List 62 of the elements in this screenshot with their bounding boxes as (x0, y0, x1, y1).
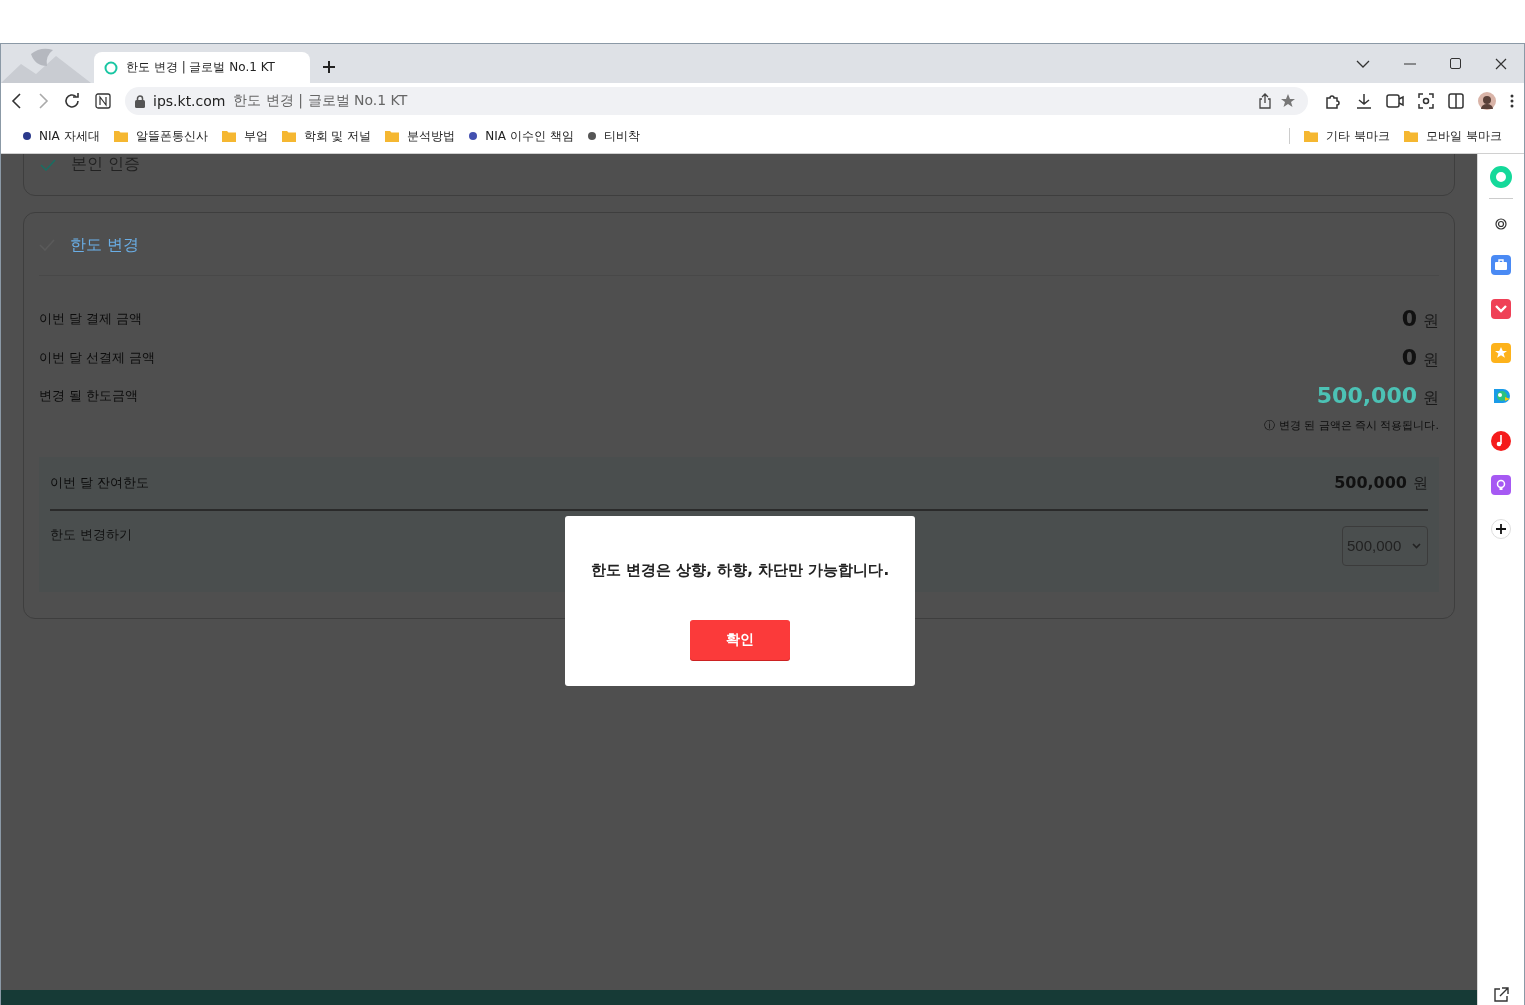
screenshot-icon[interactable] (1418, 93, 1434, 109)
confirm-button[interactable]: 확인 (690, 620, 790, 660)
folder-icon (385, 130, 400, 142)
minimize-icon[interactable] (1404, 62, 1416, 65)
add-icon[interactable] (1491, 519, 1511, 539)
site-icon (104, 60, 118, 75)
folder-icon (113, 130, 128, 142)
menu-icon[interactable] (1510, 94, 1514, 108)
dialog-message: 한도 변경은 상향, 하향, 차단만 가능합니다. (590, 561, 890, 580)
tab-search-icon[interactable] (1356, 58, 1370, 69)
pocket-app-icon[interactable] (1491, 299, 1511, 319)
folder-icon (281, 130, 296, 142)
row-label: 이번 달 선결제 금액 (39, 348, 156, 367)
url-domain: ips.kt.com (153, 93, 226, 109)
bulb-app-icon[interactable] (1491, 475, 1511, 495)
amount-value: 500,000 (1334, 472, 1407, 492)
bookmark[interactable]: NIA 이수인 책임 (469, 127, 574, 145)
folder-icon (221, 130, 236, 142)
bookmark[interactable]: 부업 (221, 127, 268, 145)
amount-value: 500,000 (1316, 383, 1417, 409)
share-icon[interactable] (1258, 93, 1272, 109)
bookmark[interactable]: 모바일 북마크 (1404, 127, 1502, 145)
row-label: 변경 될 한도금액 (39, 387, 139, 406)
row-label: 한도 변경하기 (50, 525, 133, 544)
browser-tab[interactable]: 한도 변경 | 글로벌 No.1 KT (94, 52, 310, 83)
download-icon[interactable] (1356, 93, 1372, 109)
camera-icon[interactable] (1386, 94, 1404, 108)
bookmark[interactable]: 분석방법 (385, 127, 456, 145)
amount-value: 0 (1401, 306, 1417, 332)
bookmark-dot-icon (469, 132, 478, 140)
page-title: 한도 변경 | 글로벌 No.1 KT (233, 92, 408, 110)
folder-icon (1404, 130, 1419, 142)
music-app-icon[interactable] (1491, 431, 1511, 451)
star-app-icon[interactable] (1491, 343, 1511, 363)
row-label: 이번 달 잔여한도 (50, 473, 150, 492)
close-icon[interactable] (1495, 57, 1507, 70)
bookmark[interactable]: 기타 북마크 (1304, 127, 1391, 145)
folder-icon (1304, 130, 1319, 142)
lock-icon (135, 94, 145, 108)
address-bar[interactable]: ips.kt.com 한도 변경 | 글로벌 No.1 KT (125, 87, 1308, 115)
avatar-icon[interactable] (1478, 92, 1496, 110)
side-panel-icon[interactable] (1448, 93, 1464, 109)
info-note: ⓘ 변경 된 금액은 즉시 적용됩니다. (1263, 417, 1439, 433)
bookmark[interactable]: 티비착 (587, 127, 640, 145)
caret-icon (1412, 542, 1421, 549)
briefcase-app-icon[interactable] (1491, 255, 1511, 275)
puzzle-icon[interactable] (1324, 92, 1342, 110)
bookmark[interactable]: NIA 자세대 (23, 127, 100, 145)
bookmark[interactable]: 알뜰폰통신사 (113, 127, 208, 145)
bookmark[interactable]: 학회 및 저널 (281, 127, 372, 145)
section-title: 한도 변경 (70, 234, 140, 256)
bookmark-dot-icon (23, 132, 31, 140)
back-icon[interactable] (11, 93, 23, 109)
bookmark-dot-icon (587, 132, 596, 140)
external-link-icon[interactable] (1493, 987, 1509, 1003)
reload-icon[interactable] (63, 92, 81, 110)
extension-icon[interactable] (95, 93, 111, 109)
row-label: 이번 달 결제 금액 (39, 310, 143, 329)
tab-title: 한도 변경 | 글로벌 No.1 KT (126, 59, 275, 76)
amount-value: 0 (1401, 344, 1417, 370)
new-tab-icon[interactable] (322, 60, 336, 74)
maximize-icon[interactable] (1450, 58, 1461, 69)
